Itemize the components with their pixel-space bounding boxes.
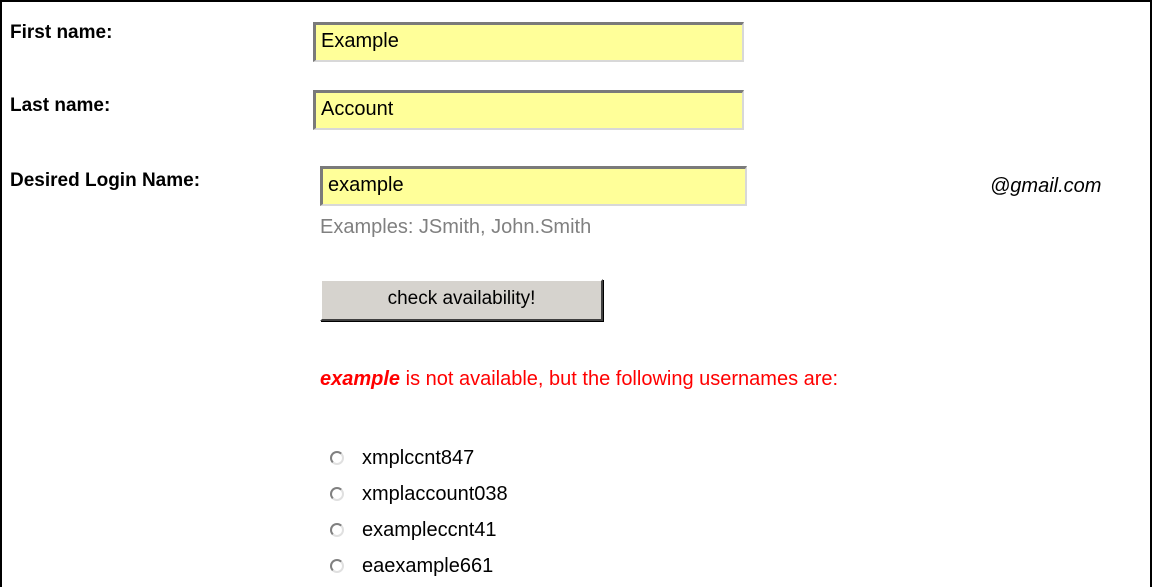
domain-suffix: @gmail.com [990,175,1102,197]
suggestion-label: eaexample661 [362,554,494,577]
suggestion-label: xmplccnt847 [362,446,475,469]
login-name-field[interactable]: example [320,166,747,206]
suggestion-label: xmplaccount038 [362,482,508,505]
radio-button-icon[interactable] [330,559,344,573]
first-name-label: First name: [10,22,113,43]
suggestion-option[interactable]: xmplccnt847 [328,440,508,476]
last-name-field[interactable]: Account [313,90,744,130]
last-name-label: Last name: [10,95,111,116]
suggestion-option[interactable]: exampleccnt41 [328,512,508,548]
suggestion-label: exampleccnt41 [362,518,497,541]
radio-button-icon[interactable] [330,451,344,465]
suggestions-list: xmplccnt847 xmplaccount038 exampleccnt41… [328,440,508,584]
availability-message: example is not available, but the follow… [320,368,838,391]
check-availability-button[interactable]: check availability! [320,279,603,321]
first-name-field[interactable]: Example [313,22,744,62]
suggestion-option[interactable]: eaexample661 [328,548,508,584]
login-hint: Examples: JSmith, John.Smith [320,216,592,238]
availability-message-text: is not available, but the following user… [400,368,839,390]
radio-button-icon[interactable] [330,523,344,537]
suggestion-option[interactable]: xmplaccount038 [328,476,508,512]
radio-button-icon[interactable] [330,487,344,501]
login-name-label: Desired Login Name: [10,170,201,191]
requested-name: example [320,368,401,390]
